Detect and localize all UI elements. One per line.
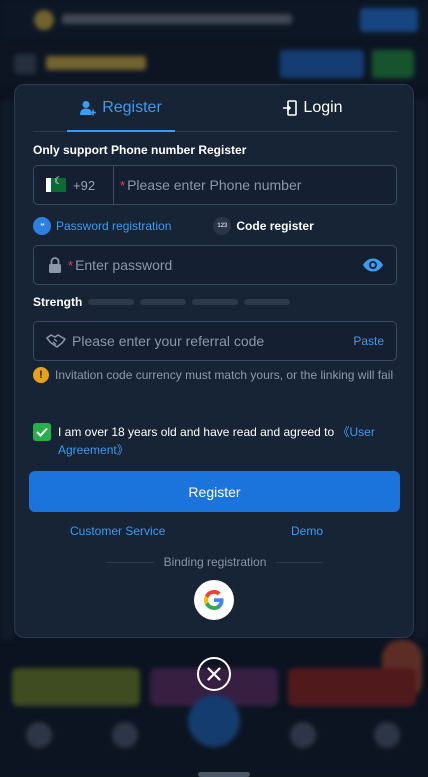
number-code-icon: 123 bbox=[213, 217, 232, 235]
strength-segment bbox=[244, 299, 291, 305]
auth-tabs: Register Login bbox=[33, 85, 397, 132]
background-banner-text bbox=[62, 14, 292, 24]
phone-input[interactable]: Please enter Phone number bbox=[127, 177, 301, 193]
invitation-warning: ! Invitation code currency must match yo… bbox=[33, 367, 397, 383]
background-login-button bbox=[280, 50, 364, 78]
background-badge bbox=[34, 10, 54, 30]
background-logo bbox=[46, 56, 146, 70]
agreement-text: I am over 18 years old and have read and… bbox=[58, 423, 397, 459]
tab-login[interactable]: Login bbox=[273, 85, 353, 131]
background-nav-icon bbox=[374, 722, 400, 748]
referral-field[interactable]: Please enter your referral code Paste bbox=[33, 321, 397, 361]
paste-button[interactable]: Paste bbox=[353, 334, 384, 348]
background-nav-center-icon bbox=[188, 695, 240, 747]
handshake-icon bbox=[46, 333, 66, 349]
password-field[interactable]: * Enter password bbox=[33, 245, 397, 285]
age-agreement: I am over 18 years old and have read and… bbox=[33, 423, 397, 459]
binding-registration-label: Binding registration bbox=[163, 555, 267, 569]
required-mark: * bbox=[120, 177, 126, 193]
tab-register[interactable]: Register bbox=[67, 85, 175, 132]
warning-text: Invitation code currency must match your… bbox=[55, 368, 394, 382]
code-register-label: Code register bbox=[236, 219, 314, 233]
referral-input[interactable]: Please enter your referral code bbox=[72, 333, 264, 349]
home-indicator bbox=[198, 772, 250, 777]
support-links: Customer Service Demo bbox=[15, 524, 415, 540]
strength-segment bbox=[140, 299, 187, 305]
register-modal: Register Login Only support Phone number… bbox=[14, 84, 414, 638]
password-input[interactable]: Enter password bbox=[75, 257, 172, 273]
lock-icon bbox=[48, 257, 62, 273]
background-nav-icon bbox=[26, 722, 52, 748]
google-icon bbox=[203, 589, 224, 610]
strength-segment bbox=[88, 299, 135, 305]
password-registration-label: Password registration bbox=[56, 219, 172, 233]
register-button[interactable]: Register bbox=[29, 471, 400, 512]
background-top-button bbox=[360, 8, 418, 32]
divider-line bbox=[107, 561, 154, 563]
checkmark-icon bbox=[36, 427, 48, 437]
password-registration-option[interactable]: ** Password registration bbox=[33, 217, 171, 235]
add-user-icon bbox=[80, 101, 97, 116]
phone-only-notice: Only support Phone number Register bbox=[33, 143, 247, 157]
strength-segment bbox=[192, 299, 239, 305]
background-nav-icon bbox=[290, 722, 316, 748]
agreement-statement: I am over 18 years old and have read and… bbox=[58, 425, 338, 439]
close-icon bbox=[207, 667, 221, 681]
warning-icon: ! bbox=[33, 367, 49, 383]
required-mark: * bbox=[68, 257, 74, 273]
registration-options: ** Password registration 123 Code regist… bbox=[33, 215, 397, 237]
background-left-edge bbox=[0, 100, 14, 640]
binding-registration-divider: Binding registration bbox=[107, 555, 324, 569]
password-dots-icon: ** bbox=[33, 217, 51, 235]
agreement-checkbox[interactable] bbox=[33, 423, 51, 441]
country-code: +92 bbox=[73, 177, 96, 193]
tab-register-label: Register bbox=[102, 99, 162, 116]
background-register-button bbox=[372, 50, 414, 78]
phone-field[interactable]: +92 * Please enter Phone number bbox=[33, 165, 397, 205]
strength-label: Strength bbox=[33, 295, 83, 309]
divider-line bbox=[276, 561, 324, 563]
pakistan-flag-icon bbox=[46, 176, 66, 192]
tab-login-label: Login bbox=[303, 99, 343, 116]
background-nav-icon bbox=[112, 722, 138, 748]
customer-service-link[interactable]: Customer Service bbox=[70, 524, 165, 538]
login-door-icon bbox=[283, 100, 298, 116]
close-modal-button[interactable] bbox=[197, 657, 231, 691]
code-register-option[interactable]: 123 Code register bbox=[213, 217, 314, 235]
password-strength: Strength bbox=[33, 295, 291, 309]
google-login-button[interactable] bbox=[194, 580, 234, 620]
demo-link[interactable]: Demo bbox=[291, 524, 323, 538]
background-menu-icon bbox=[14, 54, 36, 74]
background-game-banner bbox=[288, 668, 416, 706]
country-code-select[interactable]: +92 bbox=[34, 166, 114, 204]
background-game-banner bbox=[12, 668, 140, 706]
background-right-edge bbox=[414, 100, 428, 640]
eye-icon[interactable] bbox=[362, 258, 384, 272]
